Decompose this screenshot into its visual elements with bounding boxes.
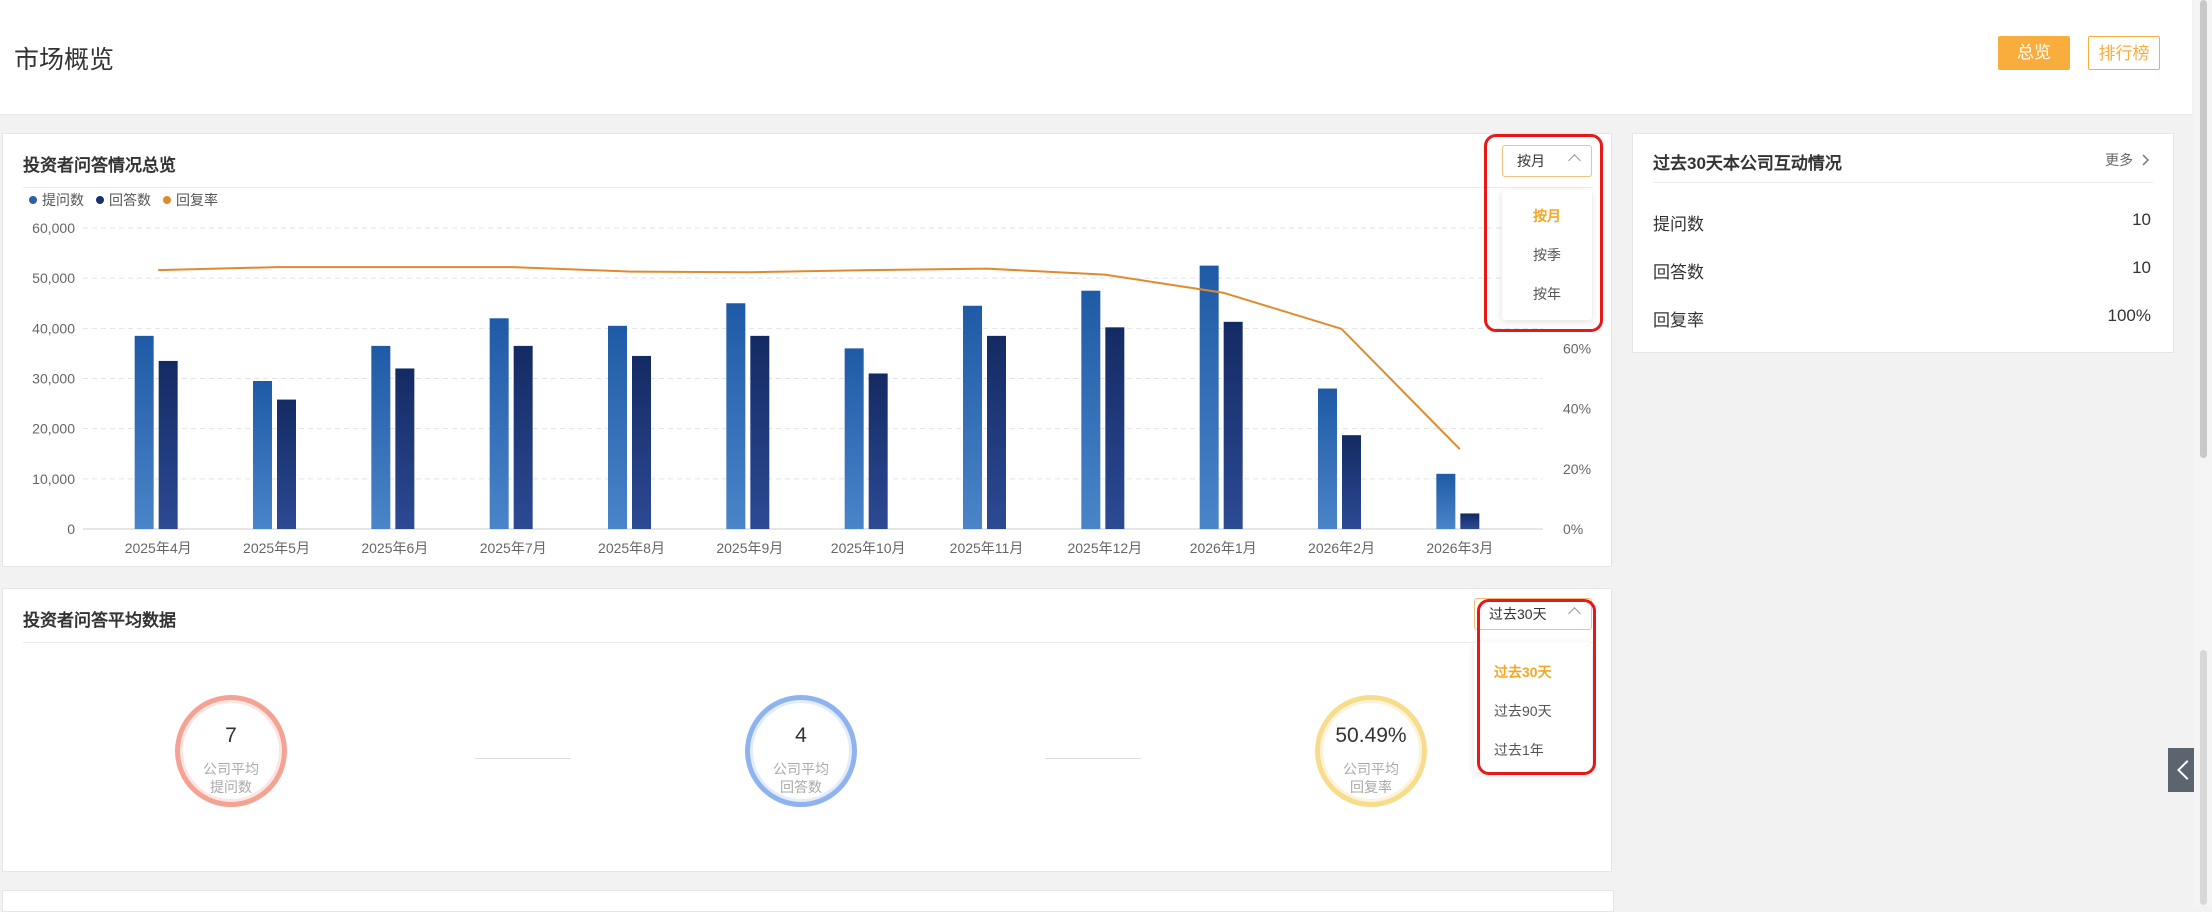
page-scrollbar[interactable]: [2194, 0, 2212, 905]
stat-label: 提问数: [1653, 215, 1704, 234]
y-right-tick-label: 60%: [1563, 340, 1591, 356]
y-right-tick-label: 20%: [1563, 461, 1591, 477]
bar-answers: [750, 335, 770, 529]
bar-questions: [1199, 265, 1219, 529]
bar-questions: [1081, 290, 1101, 529]
metric-avg-reply-rate: 50.49% 公司平均回复率: [1315, 695, 1427, 807]
ranking-button[interactable]: 排行榜: [2088, 36, 2160, 70]
metric-label: 公司平均回答数: [773, 761, 829, 795]
y-left-tick-label: 0: [67, 521, 75, 537]
more-link-label: 更多: [2105, 152, 2134, 168]
bar-answers: [1460, 513, 1480, 529]
stat-row-reply-rate: 回复率 100%: [1653, 306, 2151, 331]
y-right-tick-label: 40%: [1563, 401, 1591, 417]
bar-answers: [868, 373, 888, 529]
bar-questions: [844, 348, 864, 529]
legend-label: 回答数: [109, 192, 151, 208]
bar-answers: [987, 335, 1006, 529]
bar-answers: [395, 368, 415, 529]
scrollbar-thumb[interactable]: [2200, 0, 2207, 458]
x-tick-label: 2025年11月: [950, 540, 1024, 556]
bar-questions: [726, 303, 746, 529]
qa-overview-card: 投资者问答情况总览 0 10,000 20,000 30,000 40,000 50,00…: [2, 133, 1612, 567]
company-interaction-card: 过去30天本公司互动情况 更多 提问数 10 回答数 10 回复率 100%: [1632, 133, 2174, 353]
y-right-tick-label: 0%: [1563, 521, 1583, 537]
x-tick-label: 2025年9月: [716, 540, 783, 556]
bar-answers: [277, 399, 296, 529]
metric-connector: [475, 758, 571, 759]
bar-answers: [513, 345, 533, 529]
bar-questions: [489, 318, 509, 529]
x-tick-label: 2025年5月: [243, 540, 310, 556]
y-left-tick-label: 40,000: [32, 320, 75, 336]
card-divider: [1653, 182, 2153, 183]
page-header: 市场概览 总览 排行榜: [0, 0, 2192, 115]
stat-value: 100%: [2107, 306, 2151, 325]
overview-button[interactable]: 总览: [1998, 36, 2070, 70]
x-tick-label: 2025年12月: [1067, 540, 1142, 556]
bar-answers: [632, 355, 651, 529]
y-left-tick-label: 10,000: [32, 471, 75, 487]
stat-row-questions: 提问数 10: [1653, 210, 2151, 235]
bar-questions: [963, 305, 982, 529]
bar-questions: [371, 345, 391, 529]
y-left-tick-label: 30,000: [32, 371, 75, 387]
stat-label: 回复率: [1653, 311, 1704, 330]
more-link[interactable]: 更多: [2105, 150, 2151, 170]
qa-chart: 0 10,000 20,000 30,000 40,000 50,000 60,000 0% 2…: [29, 192, 1591, 556]
card-divider: [23, 642, 1593, 643]
metric-label: 公司平均提问数: [203, 761, 259, 795]
highlight-box: [1477, 599, 1596, 775]
legend-marker: [96, 196, 104, 204]
highlight-box: [1484, 134, 1603, 332]
x-tick-label: 2025年8月: [598, 540, 665, 556]
next-card: [2, 890, 1614, 912]
y-left-tick-label: 20,000: [32, 421, 75, 437]
bar-questions: [1436, 473, 1456, 529]
stat-label: 回答数: [1653, 263, 1704, 282]
bar-answers: [1105, 327, 1125, 529]
metric-avg-questions: 7 公司平均提问数: [175, 695, 287, 807]
stat-value: 10: [2132, 210, 2151, 229]
bar-answers: [1342, 435, 1361, 529]
x-tick-label: 2025年4月: [125, 540, 192, 556]
metric-value: 50.49%: [1335, 724, 1407, 747]
legend-label: 提问数: [42, 192, 84, 208]
metric-value: 7: [225, 724, 237, 747]
bar-answers: [158, 360, 178, 529]
scrollbar-thumb-secondary[interactable]: [2200, 650, 2207, 905]
x-tick-label: 2026年1月: [1190, 540, 1257, 556]
metric-avg-answers: 4 公司平均回答数: [745, 695, 857, 807]
metric-connector: [1045, 758, 1141, 759]
bar-questions: [608, 325, 627, 529]
x-tick-label: 2025年10月: [831, 540, 906, 556]
legend-marker: [163, 196, 171, 204]
y-left-tick-label: 60,000: [32, 220, 75, 236]
stat-value: 10: [2132, 258, 2151, 277]
bar-questions: [134, 335, 154, 529]
bar-questions: [253, 381, 272, 529]
chevron-right-icon: [2142, 154, 2150, 166]
x-tick-label: 2025年7月: [480, 540, 547, 556]
legend-label: 回复率: [176, 192, 218, 208]
metric-label: 公司平均回复率: [1343, 761, 1399, 795]
bar-answers: [1223, 321, 1243, 529]
legend-marker: [29, 196, 37, 204]
x-tick-label: 2026年3月: [1426, 540, 1493, 556]
company-interaction-title: 过去30天本公司互动情况: [1653, 154, 1842, 173]
metric-value: 4: [795, 724, 807, 747]
y-left-tick-label: 50,000: [32, 270, 75, 286]
x-tick-label: 2026年2月: [1308, 540, 1375, 556]
line-reply-rate: [158, 266, 1461, 450]
qa-average-title: 投资者问答平均数据: [23, 611, 176, 630]
page-title: 市场概览: [14, 46, 115, 74]
qa-average-card: 投资者问答平均数据 7 公司平均提问数 4 公司平均回答数 50.49% 公司平…: [2, 588, 1612, 872]
stat-row-answers: 回答数 10: [1653, 258, 2151, 283]
x-tick-label: 2025年6月: [361, 540, 428, 556]
bar-questions: [1318, 388, 1337, 529]
